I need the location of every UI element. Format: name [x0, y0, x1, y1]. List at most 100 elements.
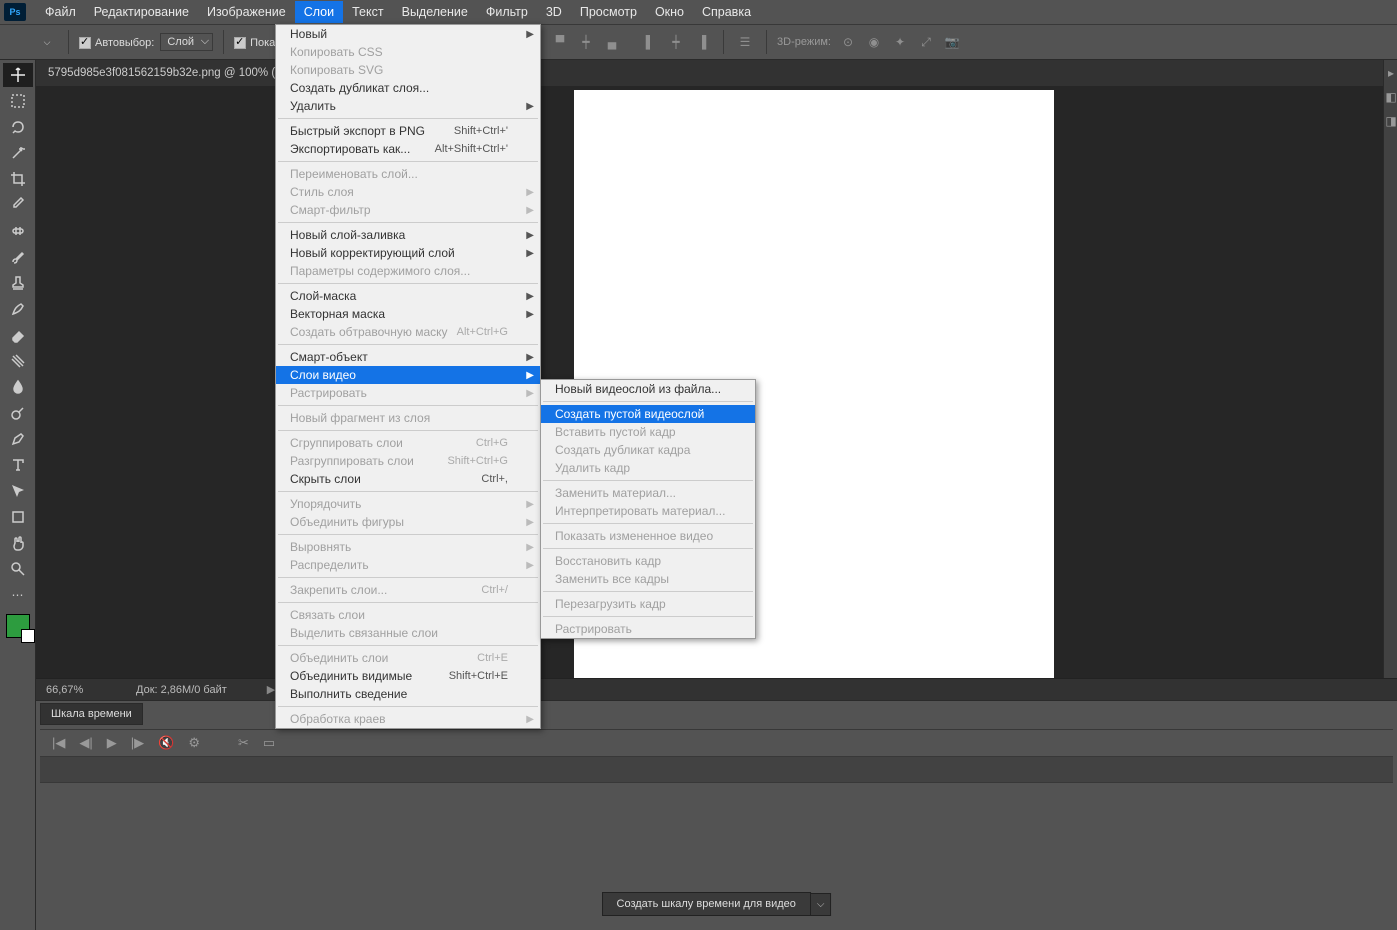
separator [766, 30, 767, 54]
panel-icon[interactable]: ▸ [1384, 62, 1397, 84]
menu-окно[interactable]: Окно [646, 1, 693, 23]
pan-icon[interactable]: ◉ [863, 31, 885, 53]
menu-item: Переименовать слой... [276, 165, 540, 183]
lasso-tool[interactable] [3, 115, 33, 139]
prev-frame-icon[interactable]: ◀| [79, 735, 92, 751]
scale-3d-icon[interactable]: ⤢ [915, 31, 937, 53]
camera-icon[interactable]: 📷 [941, 31, 963, 53]
create-timeline-button[interactable]: Создать шкалу времени для видео [602, 892, 811, 916]
menu-изображение[interactable]: Изображение [198, 1, 295, 23]
align-right-icon[interactable]: ▐ [691, 31, 713, 53]
pen-tool[interactable] [3, 427, 33, 451]
menu-item-label: Новый [290, 27, 327, 41]
menu-3d[interactable]: 3D [537, 1, 571, 23]
menu-item[interactable]: Создать дубликат слоя... [276, 79, 540, 97]
menu-shortcut: Ctrl+E [477, 652, 516, 664]
menu-item[interactable]: Создать пустой видеослой [541, 405, 755, 423]
menu-item: Растрировать▶ [276, 384, 540, 402]
type-tool[interactable] [3, 453, 33, 477]
menu-выделение[interactable]: Выделение [393, 1, 477, 23]
move-3d-icon[interactable]: ✦ [889, 31, 911, 53]
menu-справка[interactable]: Справка [693, 1, 760, 23]
menu-текст[interactable]: Текст [343, 1, 392, 23]
move-tool[interactable] [3, 63, 33, 87]
orbit-icon[interactable]: ⊙ [837, 31, 859, 53]
settings-icon[interactable]: ⚙ [188, 735, 200, 751]
dodge-tool[interactable] [3, 401, 33, 425]
info-arrow-icon[interactable]: ▶ [267, 683, 275, 696]
menu-item[interactable]: Смарт-объект▶ [276, 348, 540, 366]
panel-icon[interactable]: ◧ [1384, 86, 1397, 108]
layer-select[interactable]: Слой [160, 33, 213, 51]
doc-info: Док: 2,86M/0 байт [136, 684, 227, 696]
dropdown-arrow-icon[interactable]: ⌵ [36, 31, 58, 53]
hand-tool[interactable] [3, 531, 33, 555]
first-frame-icon[interactable]: |◀ [52, 735, 65, 751]
right-panel-collapsed: ▸ ◧ ◨ [1383, 60, 1397, 700]
document-tab[interactable]: 5795d985e3f081562159b32e.png @ 100% (R [36, 60, 1397, 86]
align-hcenter-icon[interactable]: ┿ [665, 31, 687, 53]
zoom-tool[interactable] [3, 557, 33, 581]
submenu-arrow-icon: ▶ [526, 309, 534, 320]
align-left-icon[interactable]: ▌ [639, 31, 661, 53]
marquee-tool[interactable] [3, 89, 33, 113]
menu-item-label: Объединить слои [290, 651, 388, 665]
panel-icon[interactable]: ◨ [1384, 110, 1397, 132]
timeline-tab[interactable]: Шкала времени [40, 703, 143, 725]
menu-item[interactable]: Векторная маска▶ [276, 305, 540, 323]
menu-item-label: Смарт-фильтр [290, 203, 371, 217]
play-icon[interactable]: ▶ [107, 735, 117, 751]
eraser-tool[interactable] [3, 323, 33, 347]
mute-icon[interactable]: 🔇 [158, 735, 174, 751]
eyedropper-tool[interactable] [3, 193, 33, 217]
menu-редактирование[interactable]: Редактирование [85, 1, 198, 23]
menu-item[interactable]: Выполнить сведение [276, 685, 540, 703]
distribute-icon[interactable]: ☰ [734, 31, 756, 53]
menu-item-label: Закрепить слои... [290, 583, 387, 597]
align-top-icon[interactable]: ▀ [549, 31, 571, 53]
menu-item: Разгруппировать слоиShift+Ctrl+G [276, 452, 540, 470]
menu-item[interactable]: Новый ▶ [276, 25, 540, 43]
blur-tool[interactable] [3, 375, 33, 399]
menu-item: Копировать CSS [276, 43, 540, 61]
timeline-track[interactable] [40, 757, 1393, 783]
edit-toolbar[interactable]: ⋯ [3, 583, 33, 607]
heal-tool[interactable] [3, 219, 33, 243]
cut-icon[interactable]: ✂ [238, 735, 249, 751]
menu-item[interactable]: Экспортировать как...Alt+Shift+Ctrl+' [276, 140, 540, 158]
stamp-tool[interactable] [3, 271, 33, 295]
menu-item[interactable]: Новый видеослой из файла... [541, 380, 755, 398]
menu-слои[interactable]: Слои [295, 1, 343, 23]
menu-файл[interactable]: Файл [36, 1, 85, 23]
menu-item[interactable]: Новый корректирующий слой▶ [276, 244, 540, 262]
gradient-tool[interactable] [3, 349, 33, 373]
autoselect-checkbox[interactable]: Автовыбор: [79, 35, 154, 49]
foreground-color[interactable] [6, 614, 30, 638]
menu-item: Закрепить слои...Ctrl+/ [276, 581, 540, 599]
brush-tool[interactable] [3, 245, 33, 269]
create-timeline-dropdown-icon[interactable]: ⌵ [811, 893, 832, 916]
shape-tool[interactable] [3, 505, 33, 529]
menu-item-label: Обработка краев [290, 712, 386, 726]
menu-item[interactable]: Скрыть слоиCtrl+, [276, 470, 540, 488]
menu-просмотр[interactable]: Просмотр [571, 1, 646, 23]
transition-icon[interactable]: ▭ [263, 735, 275, 751]
menu-item[interactable]: Быстрый экспорт в PNGShift+Ctrl+' [276, 122, 540, 140]
menu-item[interactable]: Слой-маска▶ [276, 287, 540, 305]
history-brush-tool[interactable] [3, 297, 33, 321]
align-bottom-icon[interactable]: ▄ [601, 31, 623, 53]
submenu-arrow-icon: ▶ [526, 29, 534, 40]
menu-item[interactable]: Объединить видимыеShift+Ctrl+E [276, 667, 540, 685]
next-frame-icon[interactable]: |▶ [131, 735, 144, 751]
menu-item[interactable]: Удалить▶ [276, 97, 540, 115]
menu-фильтр[interactable]: Фильтр [477, 1, 537, 23]
menu-item[interactable]: Новый слой-заливка▶ [276, 226, 540, 244]
path-tool[interactable] [3, 479, 33, 503]
wand-tool[interactable] [3, 141, 33, 165]
menu-item[interactable]: Слои видео▶ [276, 366, 540, 384]
app-logo-icon: Ps [4, 3, 26, 21]
move-tool-icon[interactable] [8, 31, 30, 53]
zoom-value[interactable]: 66,67% [46, 684, 106, 696]
align-vcenter-icon[interactable]: ┿ [575, 31, 597, 53]
crop-tool[interactable] [3, 167, 33, 191]
